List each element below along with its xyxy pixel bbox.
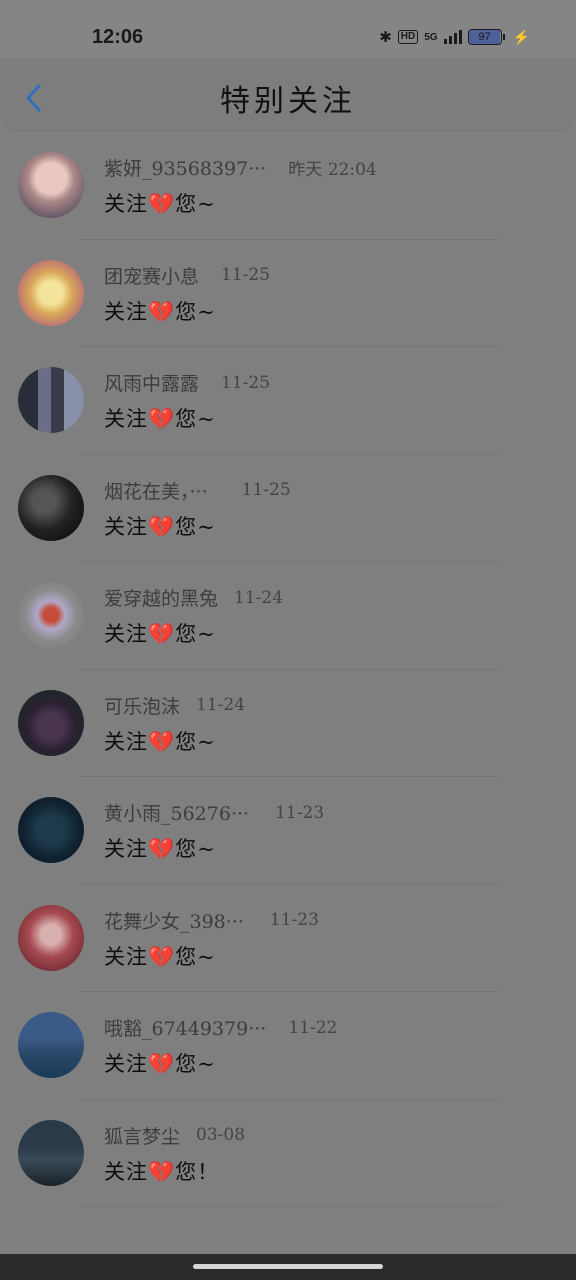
user-name: 烟花在美，··· — [104, 480, 208, 503]
follow-message: 关注💔您~ — [104, 1052, 216, 1076]
avatar[interactable] — [18, 1119, 84, 1186]
user-name: 黄小雨_56276··· — [104, 803, 250, 825]
follow-time: 11-25 — [221, 372, 271, 393]
list-item[interactable]: 狐言梦尘 03-08 关注💔您！ — [0, 1100, 576, 1207]
follow-list: 紫妍_93568397··· 昨天 22:04 关注💔您~ 团宠赛小息 11-2… — [0, 132, 576, 1207]
follow-time: 昨天 22:04 — [288, 160, 377, 180]
follow-time: 11-24 — [234, 587, 284, 608]
battery-level-text: 97 — [478, 31, 491, 43]
follow-time: 11-23 — [275, 802, 325, 823]
list-item[interactable]: 烟花在美，··· 11-25 关注💔您~ — [0, 455, 576, 562]
follow-time: 11-25 — [241, 480, 291, 500]
page-title: 特别关注 — [220, 84, 356, 119]
list-item[interactable]: 哦豁_67449379··· 11-22 关注💔您~ — [0, 992, 576, 1100]
follow-time: 11-24 — [196, 695, 246, 715]
user-name: 狐言梦尘 — [104, 1125, 181, 1148]
list-item[interactable]: 黄小雨_56276··· 11-23 关注💔您~ — [0, 777, 576, 885]
follow-time: 11-25 — [221, 265, 271, 285]
signal-5g-label: 5G — [424, 31, 438, 43]
follow-message: 关注💔您~ — [104, 407, 216, 431]
follow-message: 关注💔您~ — [104, 837, 216, 861]
divider — [80, 1206, 501, 1207]
hd-icon: HD — [397, 30, 419, 44]
user-name: 爱穿越的黑兔 — [104, 588, 219, 610]
follow-message: 关注💔您~ — [104, 192, 216, 216]
user-name: 风雨中露露 — [104, 373, 200, 395]
follow-message: 关注💔您~ — [104, 729, 216, 754]
status-icons: ✱ HD 5G 97 ⚡ — [379, 28, 530, 47]
list-item[interactable]: 风雨中露露 11-25 关注💔您~ — [0, 347, 576, 455]
charging-bolt-icon: ⚡ — [512, 28, 530, 45]
avatar[interactable] — [18, 689, 84, 756]
follow-message: 关注💔您！ — [104, 1159, 220, 1184]
user-name: 团宠赛小息 — [104, 265, 200, 288]
avatar[interactable] — [18, 259, 84, 326]
list-item[interactable]: 爱穿越的黑兔 11-24 关注💔您~ — [0, 562, 576, 670]
avatar[interactable] — [18, 797, 84, 863]
top-nav-bar: 特别关注 — [2, 58, 574, 130]
home-indicator[interactable] — [193, 1264, 383, 1269]
list-item[interactable]: 花舞少女_398··· 11-23 关注💔您~ — [0, 885, 576, 992]
follow-message: 关注💔您~ — [104, 944, 216, 969]
bluetooth-icon: ✱ — [379, 29, 392, 46]
user-name: 紫妍_93568397··· — [104, 158, 267, 180]
user-name: 可乐泡沫 — [104, 695, 181, 718]
battery-icon: 97 — [467, 29, 505, 45]
avatar[interactable] — [18, 582, 84, 648]
status-bar: 12:06 ✱ HD 5G 97 ⚡ — [0, 0, 576, 58]
user-name: 哦豁_67449379··· — [104, 1018, 267, 1040]
list-item[interactable]: 可乐泡沫 11-24 关注💔您~ — [0, 670, 576, 777]
user-name: 花舞少女_398··· — [104, 910, 244, 933]
list-item[interactable]: 团宠赛小息 11-25 关注💔您~ — [0, 240, 576, 347]
follow-time: 03-08 — [196, 1125, 246, 1145]
list-item[interactable]: 紫妍_93568397··· 昨天 22:04 关注💔您~ — [0, 132, 576, 240]
follow-message: 关注💔您~ — [104, 299, 216, 324]
avatar[interactable] — [18, 1012, 84, 1078]
follow-message: 关注💔您~ — [104, 622, 216, 646]
status-time: 12:06 — [92, 26, 144, 48]
avatar[interactable] — [18, 474, 84, 541]
navigation-bar — [0, 1254, 576, 1280]
signal-icon — [443, 30, 462, 44]
follow-time: 11-23 — [269, 910, 319, 930]
avatar[interactable] — [18, 904, 84, 971]
avatar[interactable] — [18, 152, 84, 218]
follow-time: 11-22 — [288, 1017, 338, 1038]
follow-message: 关注💔您~ — [104, 514, 216, 539]
avatar[interactable] — [18, 367, 84, 433]
